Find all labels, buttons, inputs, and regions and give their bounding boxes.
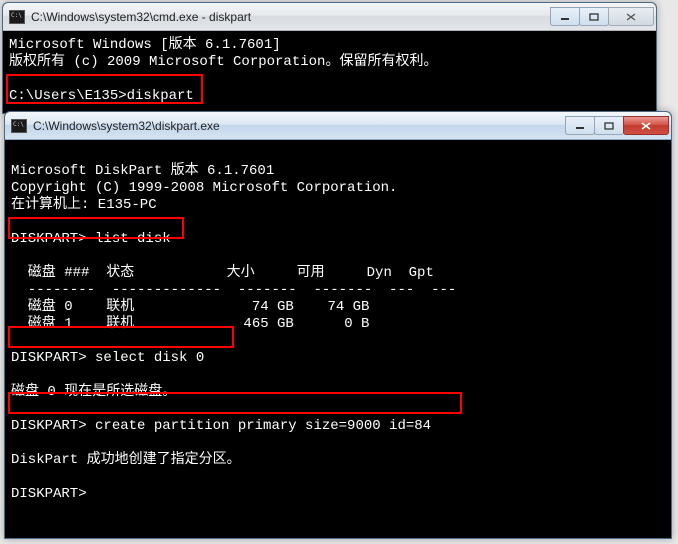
diskpart-title: C:\Windows\system32\diskpart.exe — [33, 119, 566, 133]
minimize-button[interactable] — [550, 7, 580, 26]
cmd-window: C:\Windows\system32\cmd.exe - diskpart M… — [2, 2, 657, 114]
dp-line-10: 磁盘 0 联机 74 GB 74 GB — [11, 299, 369, 315]
cmd-window-controls — [551, 7, 654, 26]
dp-line-9: -------- ------------- ------- ------- -… — [11, 282, 456, 298]
diskpart-console[interactable]: Microsoft DiskPart 版本 6.1.7601 Copyright… — [5, 140, 671, 538]
cmd-line-2: 版权所有 (c) 2009 Microsoft Corporation。保留所有… — [9, 54, 437, 70]
cmd-title: C:\Windows\system32\cmd.exe - diskpart — [31, 10, 551, 24]
close-button[interactable] — [608, 7, 654, 26]
dp-line-21: DISKPART> — [11, 486, 87, 502]
maximize-button[interactable] — [594, 116, 624, 135]
dp-line-3: Copyright (C) 1999-2008 Microsoft Corpor… — [11, 180, 397, 196]
dp-line-17: DISKPART> create partition primary size=… — [11, 418, 431, 434]
diskpart-window-controls — [566, 116, 669, 135]
dp-line-19: DiskPart 成功地创建了指定分区。 — [11, 452, 241, 468]
dp-line-13: DISKPART> select disk 0 — [11, 350, 204, 366]
diskpart-titlebar[interactable]: C:\Windows\system32\diskpart.exe — [5, 112, 671, 140]
dp-line-6: DISKPART> list disk — [11, 231, 171, 247]
console-icon — [11, 119, 27, 133]
minimize-button[interactable] — [565, 116, 595, 135]
dp-line-8: 磁盘 ### 状态 大小 可用 Dyn Gpt — [11, 265, 434, 281]
dp-line-15: 磁盘 0 现在是所选磁盘。 — [11, 384, 176, 400]
dp-line-2: Microsoft DiskPart 版本 6.1.7601 — [11, 163, 274, 179]
dp-line-11: 磁盘 1 联机 465 GB 0 B — [11, 316, 369, 332]
console-icon — [9, 10, 25, 24]
cmd-line-1: Microsoft Windows [版本 6.1.7601] — [9, 37, 281, 53]
dp-line-4: 在计算机上: E135-PC — [11, 197, 157, 213]
cmd-line-4: C:\Users\E135>diskpart — [9, 88, 194, 104]
diskpart-window: C:\Windows\system32\diskpart.exe Microso… — [4, 111, 672, 539]
cmd-titlebar[interactable]: C:\Windows\system32\cmd.exe - diskpart — [3, 3, 656, 31]
maximize-button[interactable] — [579, 7, 609, 26]
close-button[interactable] — [623, 116, 669, 135]
cmd-console[interactable]: Microsoft Windows [版本 6.1.7601] 版权所有 (c)… — [3, 31, 656, 113]
